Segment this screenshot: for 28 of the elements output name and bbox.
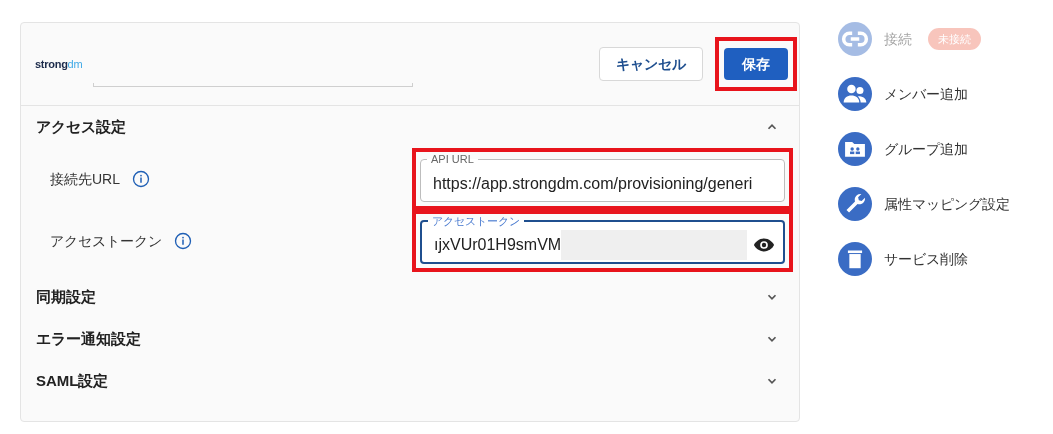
token-field[interactable]: アクセストークン ıjxVUr01H9smVM xyxy=(420,214,785,264)
sidebar-item[interactable]: メンバー追加 xyxy=(838,77,1010,111)
section-title: エラー通知設定 xyxy=(36,328,141,349)
floating-label: アクセストークン xyxy=(431,214,521,228)
sidebar-item[interactable]: サービス削除 xyxy=(838,242,1010,276)
floating-label: API URL xyxy=(430,152,475,166)
wrench-icon xyxy=(838,187,872,221)
trash-icon xyxy=(838,242,872,276)
field-value: ıjxVUr01H9smVM xyxy=(434,235,562,255)
sidebar-item[interactable]: グループ追加 xyxy=(838,132,1010,166)
section-title: SAML設定 xyxy=(36,370,109,391)
field-value: https://app.strongdm.com/provisioning/generi xyxy=(433,173,753,194)
eye-icon[interactable] xyxy=(753,237,775,253)
info-icon[interactable] xyxy=(174,232,192,250)
section-title: 同期設定 xyxy=(36,286,96,307)
sidebar-item[interactable]: 属性マッピング設定 xyxy=(838,187,1010,221)
cancel-button[interactable]: キャンセル xyxy=(599,47,703,81)
section-title: アクセス設定 xyxy=(36,116,126,137)
logo: strongdm xyxy=(35,56,83,72)
field-label: アクセストークン xyxy=(50,231,162,251)
folder-icon xyxy=(838,132,872,166)
url-field[interactable]: API URL https://app.strongdm.com/provisioning/generi xyxy=(420,152,785,202)
field-label: 接続先URL xyxy=(50,169,120,189)
save-button[interactable]: 保存 xyxy=(724,48,788,80)
link-icon xyxy=(838,22,872,56)
status-badge: 未接続 xyxy=(928,27,981,51)
people-icon xyxy=(838,77,872,111)
info-icon[interactable] xyxy=(132,170,150,188)
